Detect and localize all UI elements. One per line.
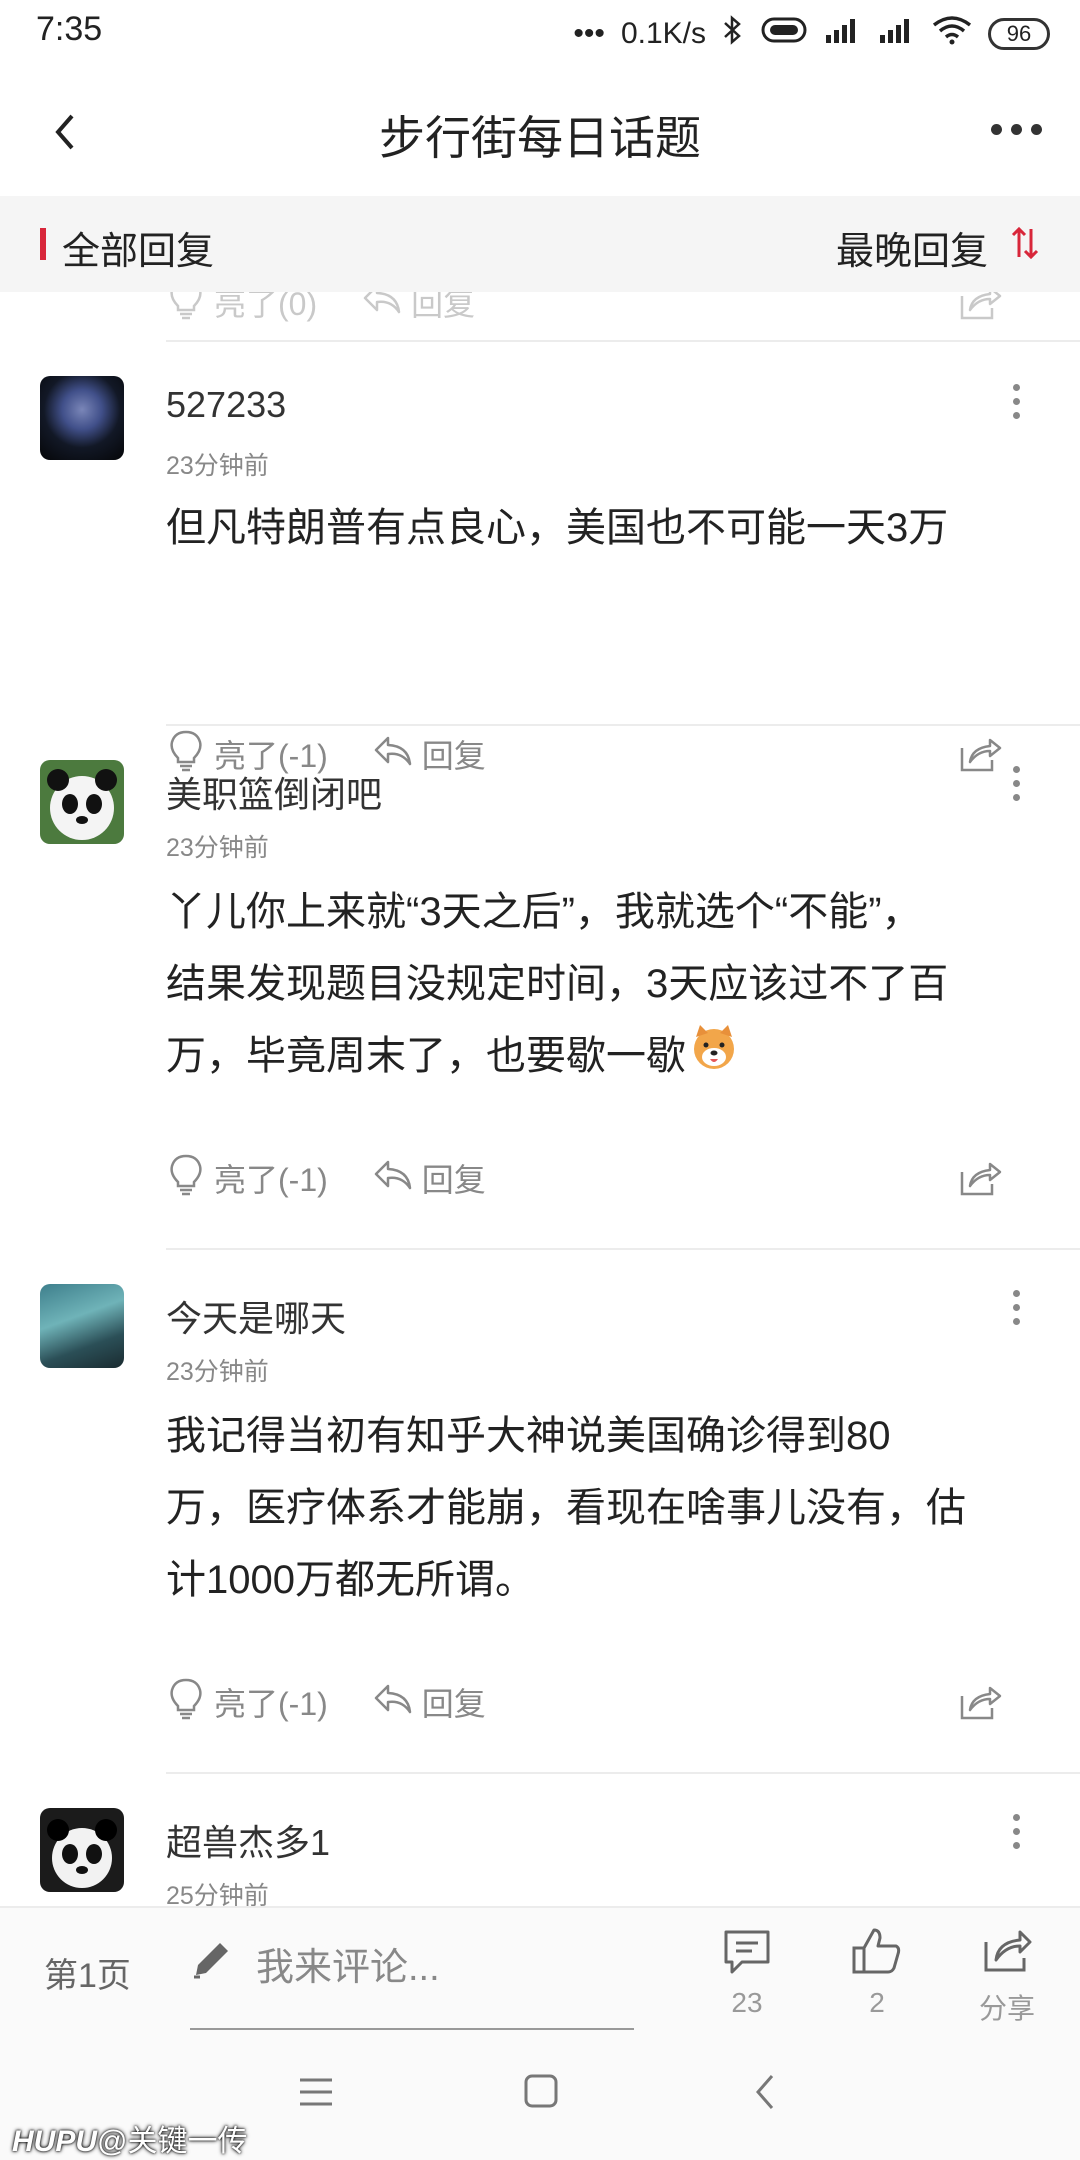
reply-item: 今天是哪天 23分钟前 我记得当初有知乎大神说美国确诊得到80 万，医疗体系才能… bbox=[0, 1248, 1080, 1772]
home-icon[interactable] bbox=[522, 2072, 562, 2117]
reply-icon bbox=[361, 292, 403, 324]
section-marker bbox=[40, 228, 46, 260]
page-indicator[interactable]: 第1页 bbox=[44, 1948, 131, 1997]
bulb-icon bbox=[166, 1152, 206, 1204]
like-action[interactable]: 亮了(-1) bbox=[166, 1152, 328, 1204]
username[interactable]: 今天是哪天 bbox=[166, 1290, 346, 1342]
reply-line: 我记得当初有知乎大神说美国确诊得到80 bbox=[166, 1414, 891, 1458]
comment-input[interactable]: 我来评论... bbox=[190, 1936, 440, 1991]
status-right-group: ••• 0.1K/s 96 bbox=[573, 12, 1050, 56]
comments-count: 23 bbox=[731, 1987, 763, 2018]
more-options-icon[interactable] bbox=[1012, 766, 1020, 801]
username[interactable]: 527233 bbox=[166, 384, 286, 426]
sort-button[interactable]: 最晚回复 bbox=[836, 220, 1040, 275]
status-time: 7:35 bbox=[36, 10, 103, 48]
title-bar: 步行街每日话题 bbox=[0, 72, 1080, 196]
pencil-icon bbox=[190, 1937, 234, 1991]
comments-button[interactable]: 23 bbox=[702, 1926, 792, 2019]
reply-text: 但凡特朗普有点良心，美国也不可能一天3万 bbox=[166, 492, 1046, 564]
signal-icon bbox=[824, 15, 862, 53]
thumbs-up-icon bbox=[850, 1926, 904, 1983]
reply-label: 回复 bbox=[421, 1686, 486, 1722]
reply-label: 回复 bbox=[411, 292, 476, 322]
reply-line: 万，毕竟周末了，也要歇一歇 bbox=[166, 1034, 686, 1078]
share-label: 分享 bbox=[978, 1993, 1035, 2024]
share-icon bbox=[980, 1926, 1034, 1983]
more-icon[interactable] bbox=[991, 124, 1042, 135]
timestamp: 23分钟前 bbox=[166, 834, 269, 862]
battery-icon: 96 bbox=[988, 18, 1050, 50]
avatar[interactable] bbox=[40, 760, 124, 844]
action-row: 亮了(-1) 回复 bbox=[166, 1148, 1046, 1208]
username[interactable]: 美职篮倒闭吧 bbox=[166, 766, 382, 818]
like-label: 亮了(-1) bbox=[214, 1162, 328, 1198]
reply-list: 亮了(0) 回复 527233 23分钟前 但凡特朗普有点良心，美国也不可能一天… bbox=[0, 292, 1080, 1906]
more-options-icon[interactable] bbox=[1012, 384, 1020, 419]
reply-line: 丫儿你上来就“3天之后”，我就选个“不能”， bbox=[166, 890, 922, 934]
watermark-brand: HUPU bbox=[12, 2125, 98, 2158]
reply-icon bbox=[372, 1156, 414, 1200]
avatar[interactable] bbox=[40, 376, 124, 460]
watermark: HUPU@关键一传 bbox=[12, 2116, 247, 2160]
reply-item: 超兽杰多1 25分钟前 bbox=[0, 1772, 1080, 1906]
reply-action[interactable]: 回复 bbox=[372, 1155, 486, 1201]
reply-line-with-emoji: 万，毕竟周末了，也要歇一歇 bbox=[166, 1020, 1046, 1094]
page-title: 步行街每日话题 bbox=[379, 112, 701, 164]
dog-emoji-icon bbox=[690, 1022, 738, 1094]
sort-icon bbox=[1010, 225, 1040, 271]
reply-label: 回复 bbox=[421, 1162, 486, 1198]
avatar[interactable] bbox=[40, 1284, 124, 1368]
reply-action[interactable]: 回复 bbox=[372, 1679, 486, 1725]
reply-icon bbox=[372, 1680, 414, 1724]
battery-level: 96 bbox=[1006, 21, 1032, 46]
reply-line: 计1000万都无所谓。 bbox=[166, 1558, 535, 1602]
bluetooth-icon bbox=[722, 14, 744, 54]
network-speed: 0.1K/s bbox=[620, 17, 706, 50]
comment-placeholder: 我来评论... bbox=[256, 1947, 440, 1989]
reply-action[interactable]: 回复 bbox=[361, 292, 475, 325]
signal-icon-2 bbox=[878, 15, 916, 53]
timestamp: 23分钟前 bbox=[166, 452, 269, 480]
like-action[interactable]: 亮了(-1) bbox=[166, 1676, 328, 1728]
partial-action-row: 亮了(0) 回复 bbox=[166, 292, 1046, 332]
more-options-icon[interactable] bbox=[1012, 1814, 1020, 1849]
avatar[interactable] bbox=[40, 1808, 124, 1892]
bulb-icon bbox=[166, 292, 206, 328]
reply-line: 但凡特朗普有点良心，美国也不可能一天3万 bbox=[166, 506, 949, 550]
reply-item: 美职篮倒闭吧 23分钟前 丫儿你上来就“3天之后”，我就选个“不能”， 结果发现… bbox=[0, 724, 1080, 1248]
like-label: 亮了(-1) bbox=[214, 1686, 328, 1722]
system-nav-bar: HUPU@关键一传 bbox=[0, 2030, 1080, 2160]
reply-line: 结果发现题目没规定时间，3天应该过不了百 bbox=[166, 962, 949, 1006]
wifi-icon bbox=[932, 15, 972, 53]
reply-text: 丫儿你上来就“3天之后”，我就选个“不能”， 结果发现题目没规定时间，3天应该过… bbox=[166, 876, 1046, 1094]
filter-bar: 全部回复 最晚回复 bbox=[0, 196, 1080, 292]
like-button[interactable]: 2 bbox=[832, 1926, 922, 2019]
bottom-bar: 第1页 我来评论... 23 2 分享 bbox=[0, 1906, 1080, 2031]
dots-indicator: ••• bbox=[573, 17, 605, 50]
like-label: 亮了(0) bbox=[214, 292, 318, 322]
bulb-icon bbox=[166, 1676, 206, 1728]
menu-icon[interactable] bbox=[296, 2074, 336, 2115]
share-icon[interactable] bbox=[958, 292, 1002, 322]
action-row: 亮了(-1) 回复 bbox=[166, 1672, 1046, 1732]
like-action[interactable]: 亮了(0) bbox=[166, 292, 317, 328]
share-button[interactable]: 分享 bbox=[962, 1926, 1052, 2027]
share-icon[interactable] bbox=[958, 1682, 1002, 1722]
status-bar: 7:35 ••• 0.1K/s 96 bbox=[0, 0, 1080, 72]
nav-back-icon[interactable] bbox=[750, 2072, 780, 2117]
timestamp: 25分钟前 bbox=[166, 1882, 269, 1906]
share-icon[interactable] bbox=[958, 1158, 1002, 1198]
likes-count: 2 bbox=[869, 1987, 885, 2018]
vibrate-icon bbox=[760, 15, 808, 53]
comment-icon bbox=[720, 1926, 774, 1983]
timestamp: 23分钟前 bbox=[166, 1358, 269, 1386]
more-options-icon[interactable] bbox=[1012, 1290, 1020, 1325]
reply-line: 万，医疗体系才能崩，看现在啥事儿没有，估 bbox=[166, 1486, 966, 1530]
username[interactable]: 超兽杰多1 bbox=[166, 1814, 330, 1866]
reply-text: 我记得当初有知乎大神说美国确诊得到80 万，医疗体系才能崩，看现在啥事儿没有，估… bbox=[166, 1400, 1046, 1616]
all-replies-tab[interactable]: 全部回复 bbox=[62, 220, 214, 275]
watermark-handle: @关键一传 bbox=[97, 2125, 248, 2158]
sort-label: 最晚回复 bbox=[835, 231, 988, 273]
